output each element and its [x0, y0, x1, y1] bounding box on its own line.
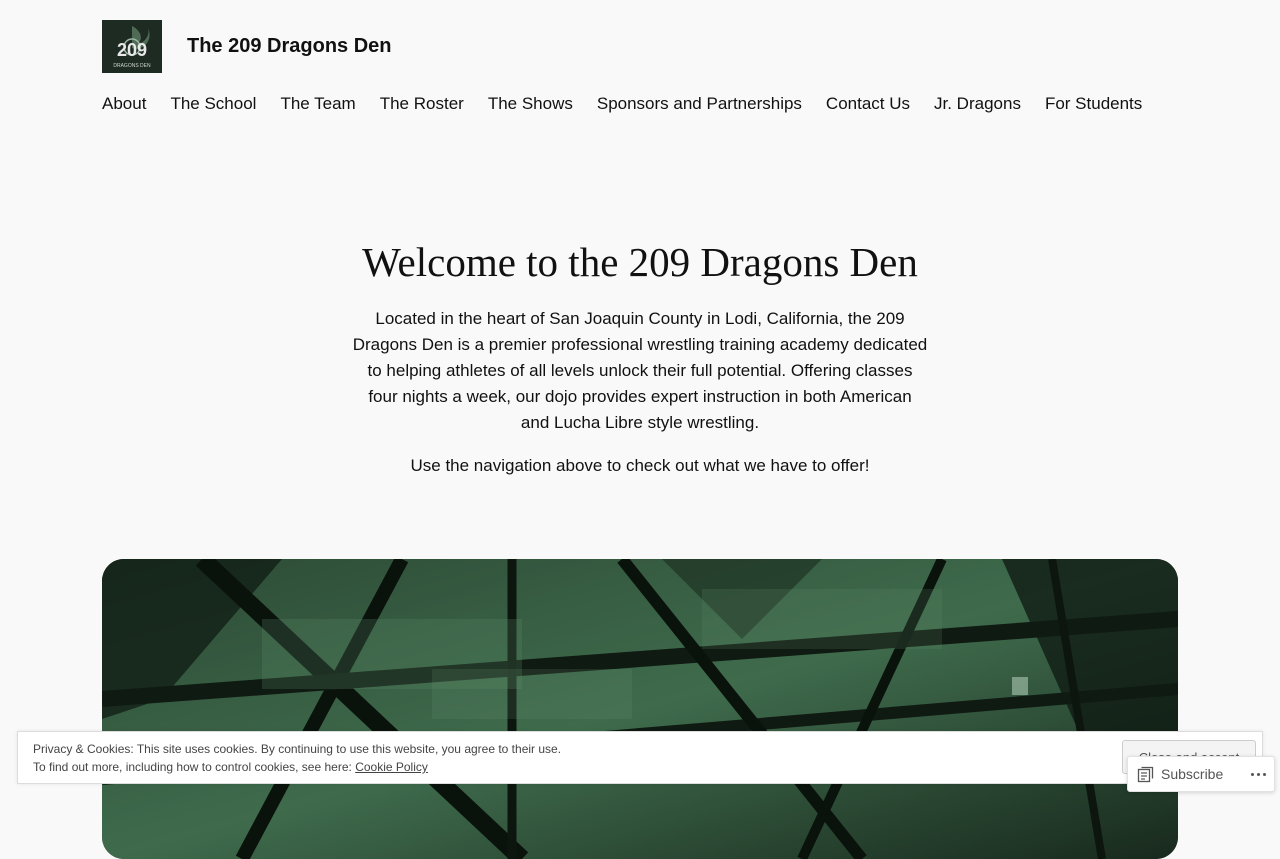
cookie-text: Privacy & Cookies: This site uses cookie… — [33, 740, 561, 776]
site-title[interactable]: The 209 Dragons Den — [187, 35, 392, 58]
nav-item-jr-dragons[interactable]: Jr. Dragons — [934, 94, 1021, 114]
nav-item-the-team[interactable]: The Team — [280, 94, 355, 114]
site-logo[interactable]: 209 DRAGONS DEN — [102, 20, 162, 73]
nav-item-about[interactable]: About — [102, 94, 146, 114]
subscribe-button[interactable]: Subscribe — [1137, 766, 1223, 783]
more-dot-icon — [1263, 772, 1266, 776]
nav-item-sponsors[interactable]: Sponsors and Partnerships — [597, 94, 802, 114]
nav-item-contact-us[interactable]: Contact Us — [826, 94, 910, 114]
page-title: Welcome to the 209 Dragons Den — [362, 239, 918, 285]
site-header: 209 DRAGONS DEN The 209 Dragons Den — [102, 20, 392, 73]
cookie-policy-link[interactable]: Cookie Policy — [355, 760, 428, 774]
nav-item-for-students[interactable]: For Students — [1045, 94, 1142, 114]
subscribe-label: Subscribe — [1161, 766, 1224, 782]
navigation-hint: Use the navigation above to check out wh… — [410, 456, 870, 475]
cookie-notice-line: Privacy & Cookies: This site uses cookie… — [33, 742, 562, 756]
cookie-banner: Privacy & Cookies: This site uses cookie… — [17, 731, 1263, 784]
nav-item-the-shows[interactable]: The Shows — [488, 94, 573, 114]
hero-image — [102, 559, 1178, 859]
cookie-info-line: To find out more, including how to contr… — [33, 758, 561, 776]
reader-icon — [1137, 766, 1154, 782]
logo-number: 209 — [117, 40, 147, 60]
subscribe-bar: Subscribe — [1127, 756, 1275, 792]
more-dot-icon — [1251, 772, 1254, 776]
more-dot-icon — [1257, 772, 1260, 776]
more-options-button[interactable] — [1251, 772, 1266, 776]
logo-subtext: DRAGONS DEN — [113, 63, 151, 69]
main-navigation: About The School The Team The Roster The… — [102, 94, 1142, 114]
ring-photo — [102, 559, 1178, 859]
nav-item-the-roster[interactable]: The Roster — [380, 94, 464, 114]
intro-paragraph: Located in the heart of San Joaquin Coun… — [352, 309, 928, 432]
dragon-logo-icon: 209 DRAGONS DEN — [102, 20, 162, 73]
nav-item-the-school[interactable]: The School — [170, 94, 256, 114]
cookie-info-prefix: To find out more, including how to contr… — [33, 760, 356, 774]
